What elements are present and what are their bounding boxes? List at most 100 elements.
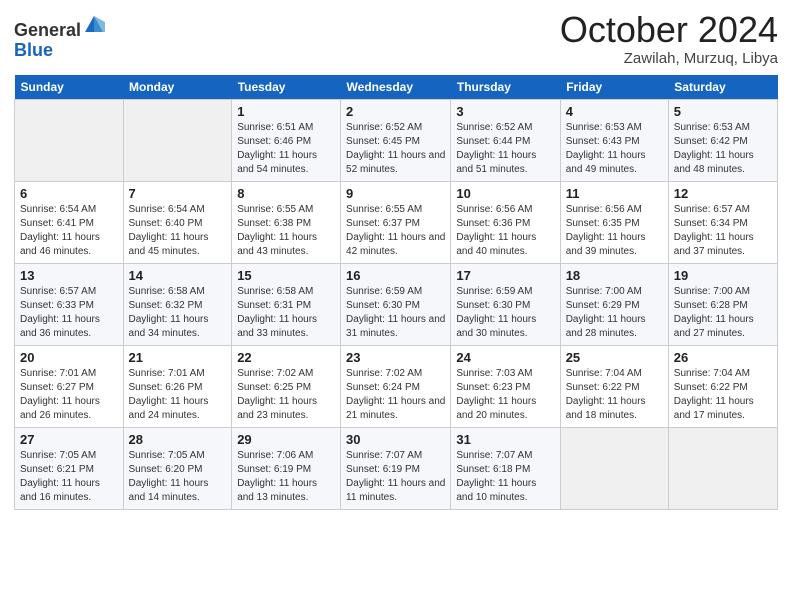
day-number: 7 bbox=[129, 186, 227, 201]
day-number: 21 bbox=[129, 350, 227, 365]
month-title: October 2024 bbox=[560, 10, 778, 50]
day-info: Sunrise: 6:53 AMSunset: 6:42 PMDaylight:… bbox=[674, 121, 772, 177]
cell-w1-d4: 2 Sunrise: 6:52 AMSunset: 6:45 PMDaylight… bbox=[341, 99, 451, 181]
logo-general-text: General bbox=[14, 20, 81, 40]
day-info: Sunrise: 6:54 AMSunset: 6:41 PMDaylight:… bbox=[20, 203, 118, 259]
day-number: 2 bbox=[346, 104, 445, 119]
day-info: Sunrise: 6:56 AMSunset: 6:36 PMDaylight:… bbox=[456, 203, 554, 259]
day-info: Sunrise: 6:52 AMSunset: 6:45 PMDaylight:… bbox=[346, 121, 445, 177]
week-row-5: 27Sunrise: 7:05 AMSunset: 6:21 PMDayligh… bbox=[15, 427, 778, 509]
day-number: 19 bbox=[674, 268, 772, 283]
title-block: October 2024 Zawilah, Murzuq, Libya bbox=[560, 10, 778, 67]
cell-w2-d5: 10 Sunrise: 6:56 AMSunset: 6:36 PMDayligh… bbox=[451, 181, 560, 263]
day-info: Sunrise: 6:57 AMSunset: 6:33 PMDaylight:… bbox=[20, 285, 118, 341]
cell-w1-d3: 1Sunrise: 6:51 AMSunset: 6:46 PMDaylight… bbox=[232, 99, 341, 181]
calendar-table: Sunday Monday Tuesday Wednesday Thursday… bbox=[14, 75, 778, 510]
cell-w1-d1 bbox=[15, 99, 124, 181]
day-info: Sunrise: 7:01 AMSunset: 6:27 PMDaylight:… bbox=[20, 367, 118, 423]
day-info: Sunrise: 7:02 AMSunset: 6:25 PMDaylight:… bbox=[237, 367, 335, 423]
day-number: 20 bbox=[20, 350, 118, 365]
day-info: Sunrise: 6:58 AMSunset: 6:31 PMDaylight:… bbox=[237, 285, 335, 341]
day-info: Sunrise: 7:07 AMSunset: 6:19 PMDaylight:… bbox=[346, 449, 445, 505]
day-number: 13 bbox=[20, 268, 118, 283]
day-info: Sunrise: 6:55 AMSunset: 6:37 PMDaylight:… bbox=[346, 203, 445, 259]
day-info: Sunrise: 6:52 AMSunset: 6:44 PMDaylight:… bbox=[456, 121, 554, 177]
cell-w2-d3: 8 Sunrise: 6:55 AMSunset: 6:38 PMDaylight… bbox=[232, 181, 341, 263]
day-number: 17 bbox=[456, 268, 554, 283]
cell-w4-d6: 25 Sunrise: 7:04 AMSunset: 6:22 PMDayligh… bbox=[560, 345, 668, 427]
week-row-1: 1Sunrise: 6:51 AMSunset: 6:46 PMDaylight… bbox=[15, 99, 778, 181]
header-tuesday: Tuesday bbox=[232, 75, 341, 100]
cell-w4-d1: 20 Sunrise: 7:01 AMSunset: 6:27 PMDayligh… bbox=[15, 345, 124, 427]
cell-w5-d3: 29 Sunrise: 7:06 AMSunset: 6:19 PMDayligh… bbox=[232, 427, 341, 509]
day-info: Sunrise: 7:05 AMSunset: 6:20 PMDaylight:… bbox=[129, 449, 227, 505]
cell-w4-d4: 23Sunrise: 7:02 AMSunset: 6:24 PMDayligh… bbox=[341, 345, 451, 427]
cell-w3-d6: 18Sunrise: 7:00 AMSunset: 6:29 PMDayligh… bbox=[560, 263, 668, 345]
header-thursday: Thursday bbox=[451, 75, 560, 100]
header: General Blue October 2024 Zawilah, Murzu… bbox=[14, 10, 778, 67]
day-info: Sunrise: 6:59 AMSunset: 6:30 PMDaylight:… bbox=[456, 285, 554, 341]
cell-w3-d3: 15 Sunrise: 6:58 AMSunset: 6:31 PMDayligh… bbox=[232, 263, 341, 345]
cell-w4-d7: 26 Sunrise: 7:04 AMSunset: 6:22 PMDayligh… bbox=[668, 345, 777, 427]
day-info: Sunrise: 7:04 AMSunset: 6:22 PMDaylight:… bbox=[674, 367, 772, 423]
day-info: Sunrise: 7:01 AMSunset: 6:26 PMDaylight:… bbox=[129, 367, 227, 423]
day-number: 26 bbox=[674, 350, 772, 365]
weekday-header-row: Sunday Monday Tuesday Wednesday Thursday… bbox=[15, 75, 778, 100]
header-monday: Monday bbox=[123, 75, 232, 100]
day-number: 18 bbox=[566, 268, 663, 283]
cell-w4-d3: 22Sunrise: 7:02 AMSunset: 6:25 PMDayligh… bbox=[232, 345, 341, 427]
cell-w1-d2 bbox=[123, 99, 232, 181]
day-number: 4 bbox=[566, 104, 663, 119]
cell-w2-d1: 6 Sunrise: 6:54 AMSunset: 6:41 PMDaylight… bbox=[15, 181, 124, 263]
cell-w5-d5: 31 Sunrise: 7:07 AMSunset: 6:18 PMDayligh… bbox=[451, 427, 560, 509]
day-info: Sunrise: 6:55 AMSunset: 6:38 PMDaylight:… bbox=[237, 203, 335, 259]
logo: General Blue bbox=[14, 14, 105, 61]
day-info: Sunrise: 7:04 AMSunset: 6:22 PMDaylight:… bbox=[566, 367, 663, 423]
cell-w5-d4: 30 Sunrise: 7:07 AMSunset: 6:19 PMDayligh… bbox=[341, 427, 451, 509]
cell-w3-d2: 14Sunrise: 6:58 AMSunset: 6:32 PMDayligh… bbox=[123, 263, 232, 345]
cell-w4-d2: 21 Sunrise: 7:01 AMSunset: 6:26 PMDayligh… bbox=[123, 345, 232, 427]
day-info: Sunrise: 7:07 AMSunset: 6:18 PMDaylight:… bbox=[456, 449, 554, 505]
cell-w2-d7: 12 Sunrise: 6:57 AMSunset: 6:34 PMDayligh… bbox=[668, 181, 777, 263]
week-row-4: 20 Sunrise: 7:01 AMSunset: 6:27 PMDayligh… bbox=[15, 345, 778, 427]
day-number: 29 bbox=[237, 432, 335, 447]
day-number: 8 bbox=[237, 186, 335, 201]
cell-w5-d6 bbox=[560, 427, 668, 509]
day-number: 11 bbox=[566, 186, 663, 201]
day-number: 3 bbox=[456, 104, 554, 119]
day-number: 16 bbox=[346, 268, 445, 283]
week-row-3: 13 Sunrise: 6:57 AMSunset: 6:33 PMDayligh… bbox=[15, 263, 778, 345]
header-friday: Friday bbox=[560, 75, 668, 100]
cell-w2-d6: 11 Sunrise: 6:56 AMSunset: 6:35 PMDayligh… bbox=[560, 181, 668, 263]
day-info: Sunrise: 6:56 AMSunset: 6:35 PMDaylight:… bbox=[566, 203, 663, 259]
day-number: 6 bbox=[20, 186, 118, 201]
cell-w1-d5: 3 Sunrise: 6:52 AMSunset: 6:44 PMDaylight… bbox=[451, 99, 560, 181]
cell-w5-d1: 27Sunrise: 7:05 AMSunset: 6:21 PMDayligh… bbox=[15, 427, 124, 509]
day-info: Sunrise: 6:57 AMSunset: 6:34 PMDaylight:… bbox=[674, 203, 772, 259]
cell-w1-d6: 4 Sunrise: 6:53 AMSunset: 6:43 PMDaylight… bbox=[560, 99, 668, 181]
day-number: 31 bbox=[456, 432, 554, 447]
header-sunday: Sunday bbox=[15, 75, 124, 100]
cell-w5-d2: 28Sunrise: 7:05 AMSunset: 6:20 PMDayligh… bbox=[123, 427, 232, 509]
day-number: 25 bbox=[566, 350, 663, 365]
cell-w3-d5: 17 Sunrise: 6:59 AMSunset: 6:30 PMDayligh… bbox=[451, 263, 560, 345]
day-info: Sunrise: 6:53 AMSunset: 6:43 PMDaylight:… bbox=[566, 121, 663, 177]
day-info: Sunrise: 6:51 AMSunset: 6:46 PMDaylight:… bbox=[237, 121, 335, 177]
day-number: 12 bbox=[674, 186, 772, 201]
day-number: 10 bbox=[456, 186, 554, 201]
cell-w2-d2: 7Sunrise: 6:54 AMSunset: 6:40 PMDaylight… bbox=[123, 181, 232, 263]
cell-w3-d1: 13 Sunrise: 6:57 AMSunset: 6:33 PMDayligh… bbox=[15, 263, 124, 345]
day-info: Sunrise: 7:00 AMSunset: 6:28 PMDaylight:… bbox=[674, 285, 772, 341]
header-wednesday: Wednesday bbox=[341, 75, 451, 100]
cell-w3-d4: 16Sunrise: 6:59 AMSunset: 6:30 PMDayligh… bbox=[341, 263, 451, 345]
header-saturday: Saturday bbox=[668, 75, 777, 100]
logo-blue-text: Blue bbox=[14, 40, 53, 60]
day-number: 15 bbox=[237, 268, 335, 283]
day-number: 5 bbox=[674, 104, 772, 119]
day-number: 14 bbox=[129, 268, 227, 283]
day-number: 30 bbox=[346, 432, 445, 447]
day-info: Sunrise: 7:06 AMSunset: 6:19 PMDaylight:… bbox=[237, 449, 335, 505]
cell-w2-d4: 9Sunrise: 6:55 AMSunset: 6:37 PMDaylight… bbox=[341, 181, 451, 263]
cell-w5-d7 bbox=[668, 427, 777, 509]
location: Zawilah, Murzuq, Libya bbox=[560, 50, 778, 67]
